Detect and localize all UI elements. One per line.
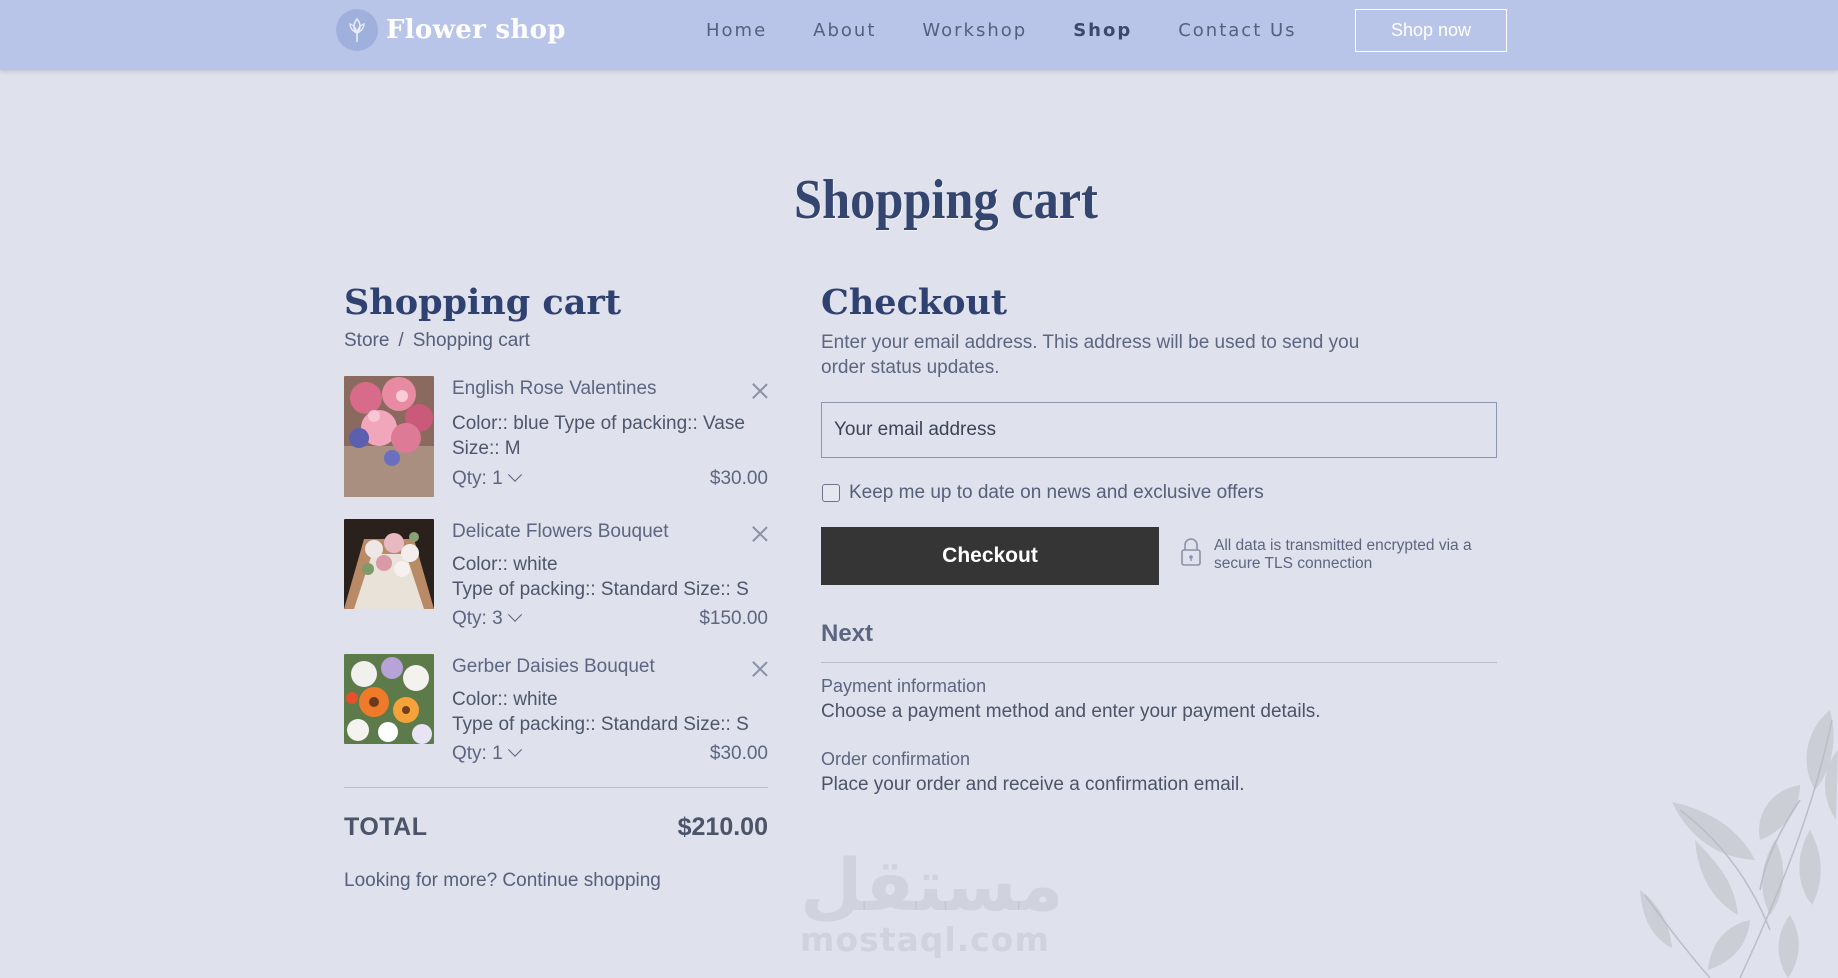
newsletter-label[interactable]: Keep me up to date on news and exclusive… bbox=[849, 482, 1264, 504]
quantity-select[interactable]: Qty: 1 bbox=[452, 467, 522, 490]
next-heading: Next bbox=[821, 620, 874, 647]
step-title: Order confirmation bbox=[821, 749, 971, 769]
chevron-down-icon bbox=[507, 467, 522, 482]
breadcrumb-separator: / bbox=[398, 330, 404, 351]
product-image[interactable] bbox=[344, 519, 434, 609]
item-price: $30.00 bbox=[709, 468, 768, 489]
main-nav: Home About Workshop Shop Contact Us bbox=[706, 20, 1343, 41]
item-name[interactable]: English Rose Valentines bbox=[452, 378, 657, 400]
checkout-heading: Checkout bbox=[821, 282, 1008, 323]
breadcrumb-store[interactable]: Store bbox=[344, 330, 389, 351]
remove-item-icon[interactable] bbox=[752, 661, 768, 677]
step-title: Payment information bbox=[821, 676, 987, 696]
breadcrumb: Store / Shopping cart bbox=[344, 330, 530, 352]
security-note: All data is transmitted encrypted via a … bbox=[1180, 537, 1504, 573]
total-value: $210.00 bbox=[677, 813, 768, 841]
checkout-description: Enter your email address. This address w… bbox=[821, 332, 1360, 378]
checkout-button[interactable]: Checkout bbox=[821, 527, 1159, 585]
leaves-decoration-icon bbox=[1640, 710, 1838, 978]
item-price: $150.00 bbox=[699, 608, 768, 629]
item-price: $30.00 bbox=[709, 743, 768, 764]
nav-shop[interactable]: Shop bbox=[1073, 20, 1132, 41]
total-label: TOTAL bbox=[344, 813, 428, 841]
quantity-label: Qty: 1 bbox=[452, 468, 503, 489]
cart-item: English Rose Valentines Color:: blue Typ… bbox=[344, 376, 768, 498]
cart-item: Delicate Flowers Bouquet Color:: white T… bbox=[344, 519, 768, 629]
nav-home[interactable]: Home bbox=[706, 20, 767, 41]
shop-now-button[interactable]: Shop now bbox=[1355, 9, 1507, 52]
item-name[interactable]: Gerber Daisies Bouquet bbox=[452, 656, 655, 678]
item-options: Color:: blue Type of packing:: Vase bbox=[452, 413, 745, 434]
item-options: Color:: white bbox=[452, 689, 558, 710]
watermark-arabic: مستقل bbox=[800, 843, 1064, 927]
chevron-down-icon bbox=[507, 742, 522, 757]
quantity-select[interactable]: Qty: 3 bbox=[452, 607, 522, 630]
product-image[interactable] bbox=[344, 654, 434, 744]
item-name[interactable]: Delicate Flowers Bouquet bbox=[452, 521, 669, 543]
page-title: Shopping cart bbox=[794, 169, 1098, 231]
cart-heading: Shopping cart bbox=[344, 282, 622, 323]
step-description: Place your order and receive a confirmat… bbox=[821, 774, 1245, 795]
remove-item-icon[interactable] bbox=[752, 383, 768, 399]
flower-logo-icon bbox=[336, 9, 378, 51]
next-divider bbox=[821, 662, 1497, 663]
cart-item: Gerber Daisies Bouquet Color:: white Typ… bbox=[344, 654, 768, 764]
cart-divider bbox=[344, 787, 768, 788]
security-text: All data is transmitted encrypted via a … bbox=[1214, 537, 1472, 572]
continue-shopping-link[interactable]: Looking for more? Continue shopping bbox=[344, 870, 661, 892]
newsletter-checkbox[interactable] bbox=[822, 484, 840, 502]
newsletter-option: Keep me up to date on news and exclusive… bbox=[822, 482, 1264, 504]
lock-icon bbox=[1180, 537, 1202, 571]
product-image[interactable] bbox=[344, 376, 434, 497]
quantity-select[interactable]: Qty: 1 bbox=[452, 742, 522, 765]
step-description: Choose a payment method and enter your p… bbox=[821, 701, 1321, 722]
top-navbar: Flower shop Home About Workshop Shop Con… bbox=[0, 0, 1838, 70]
item-options: Type of packing:: Standard Size:: S bbox=[452, 579, 749, 600]
breadcrumb-current: Shopping cart bbox=[412, 330, 530, 351]
quantity-label: Qty: 3 bbox=[452, 608, 503, 629]
chevron-down-icon bbox=[507, 607, 522, 622]
nav-about[interactable]: About bbox=[813, 20, 876, 41]
watermark: مستقل mostaql.com bbox=[800, 843, 1064, 959]
remove-item-icon[interactable] bbox=[752, 526, 768, 542]
quantity-label: Qty: 1 bbox=[452, 743, 503, 764]
item-options: Color:: white bbox=[452, 554, 558, 575]
watermark-latin: mostaql.com bbox=[800, 920, 1050, 959]
logo-text: Flower shop bbox=[386, 15, 566, 45]
email-field[interactable] bbox=[821, 402, 1497, 458]
nav-contact-us[interactable]: Contact Us bbox=[1178, 20, 1296, 41]
item-options: Type of packing:: Standard Size:: S bbox=[452, 714, 749, 735]
item-options: Size:: M bbox=[452, 438, 521, 459]
nav-workshop[interactable]: Workshop bbox=[922, 20, 1027, 41]
logo[interactable]: Flower shop bbox=[336, 9, 566, 51]
